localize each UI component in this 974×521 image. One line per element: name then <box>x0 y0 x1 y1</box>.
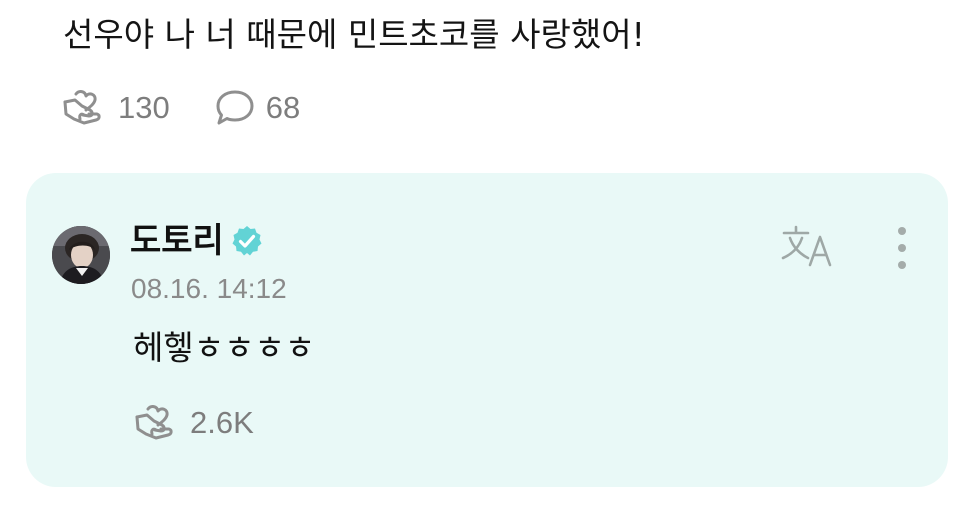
more-options-button[interactable] <box>890 225 914 271</box>
translate-icon <box>781 225 832 267</box>
author-row[interactable]: 도토리 <box>130 220 264 262</box>
reply-like-count: 2.6K <box>190 405 254 440</box>
reply-timestamp: 08.16. 14:12 <box>131 273 287 304</box>
reply-text: 헤헿ㅎㅎㅎㅎ <box>133 328 316 367</box>
translate-button[interactable] <box>780 223 838 271</box>
comment-button[interactable]: 68 <box>214 88 300 128</box>
post-text: 선우야 나 너 때문에 민트초코를 사랑했어! <box>63 15 645 54</box>
more-vertical-icon <box>898 227 906 269</box>
comment-count: 68 <box>265 90 301 125</box>
like-button[interactable]: 130 <box>62 88 170 128</box>
reply-card: 도토리 08.16. 14:12 헤헿ㅎㅎㅎㅎ 2.6K <box>26 173 948 487</box>
verified-badge-icon <box>232 226 262 256</box>
like-count: 130 <box>118 90 170 125</box>
speech-bubble-icon <box>216 90 254 125</box>
heart-hand-icon <box>63 90 101 125</box>
post-stats: 130 68 <box>62 86 300 130</box>
reply-like-button[interactable]: 2.6K <box>134 401 254 445</box>
avatar[interactable] <box>52 226 110 284</box>
heart-hand-icon <box>135 405 173 440</box>
author-name[interactable]: 도토리 <box>130 220 224 262</box>
